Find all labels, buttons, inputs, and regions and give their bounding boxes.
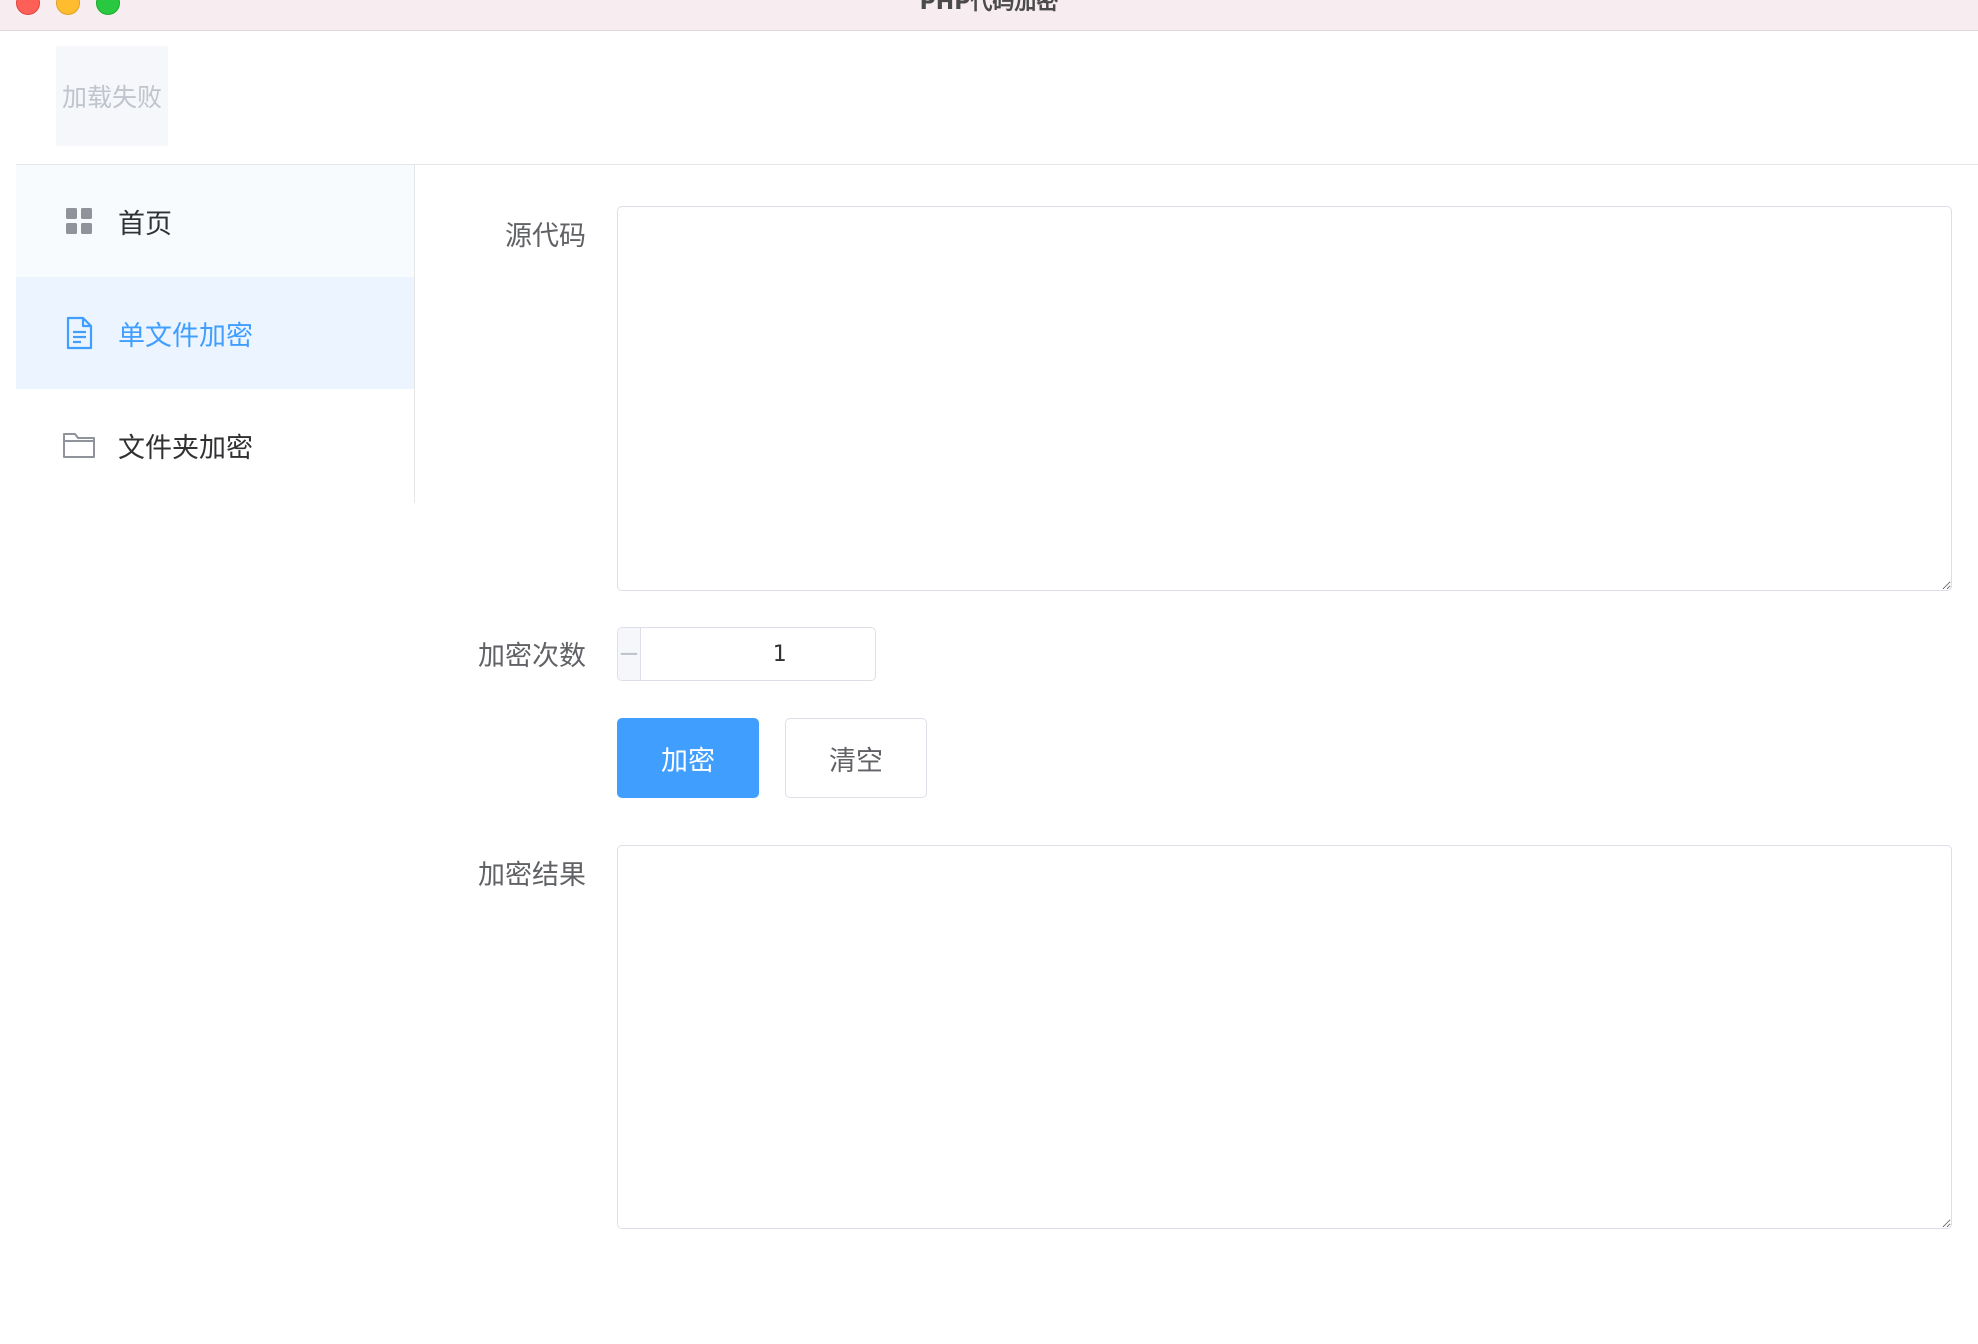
folder-icon xyxy=(62,428,96,462)
sidebar-item-label: 首页 xyxy=(118,208,172,240)
sidebar-item-label: 单文件加密 xyxy=(118,320,253,352)
encrypt-count-stepper: − + xyxy=(617,627,876,681)
app-header: 加载失败 xyxy=(16,31,1978,165)
encrypt-count-input[interactable] xyxy=(640,628,875,680)
source-code-label: 源代码 xyxy=(505,221,586,252)
encrypt-result-textarea[interactable] xyxy=(617,845,1952,1229)
document-icon xyxy=(62,316,96,350)
decrement-button[interactable]: − xyxy=(618,628,641,680)
encrypt-count-label: 加密次数 xyxy=(478,641,586,672)
source-code-textarea[interactable] xyxy=(617,206,1952,591)
window-titlebar: PHP代码加密 xyxy=(0,0,1978,31)
sidebar-item-label: 文件夹加密 xyxy=(118,432,253,464)
clear-button[interactable]: 清空 xyxy=(785,718,927,798)
window-title: PHP代码加密 xyxy=(919,0,1059,15)
logo-image-placeholder: 加载失败 xyxy=(56,46,168,146)
encrypt-button[interactable]: 加密 xyxy=(617,718,759,798)
encrypt-result-label: 加密结果 xyxy=(478,860,586,891)
grid-icon xyxy=(62,204,96,238)
sidebar-item-folder[interactable]: 文件夹加密 xyxy=(16,389,414,501)
sidebar-item-single-file[interactable]: 单文件加密 xyxy=(16,277,414,389)
